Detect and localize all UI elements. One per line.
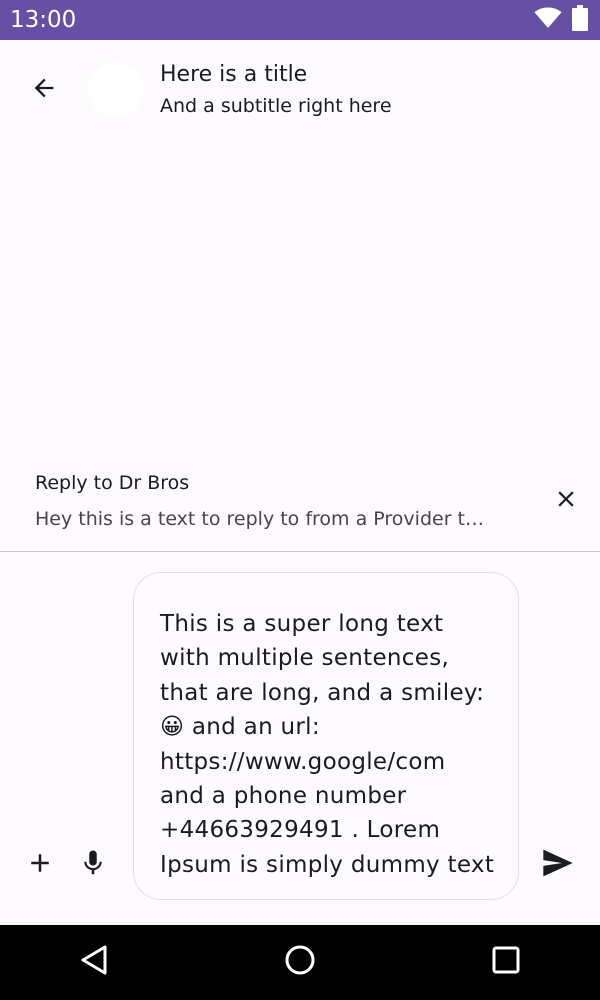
status-bar: 13:00 — [0, 0, 600, 40]
page-title: Here is a title — [160, 62, 308, 87]
nav-back-icon — [79, 944, 109, 980]
send-icon — [542, 848, 574, 882]
nav-recents-button[interactable] — [481, 937, 531, 987]
arrow-back-icon — [30, 74, 58, 106]
navigation-bar — [0, 925, 600, 1000]
wifi-icon — [534, 7, 562, 33]
back-button[interactable] — [20, 66, 68, 114]
nav-home-icon — [284, 944, 316, 980]
message-input[interactable]: This is a super long text with multiple … — [133, 572, 519, 900]
microphone-icon — [78, 846, 108, 884]
message-text[interactable]: This is a super long text with multiple … — [160, 607, 496, 882]
reply-close-button[interactable] — [542, 477, 590, 525]
send-button[interactable] — [534, 841, 582, 889]
battery-icon — [572, 5, 588, 35]
reply-label: Reply to Dr Bros — [35, 472, 190, 494]
nav-home-button[interactable] — [275, 937, 325, 987]
close-icon — [553, 486, 579, 516]
page-subtitle: And a subtitle right here — [160, 95, 392, 117]
status-icons — [534, 5, 588, 35]
reply-preview: Hey this is a text to reply to from a Pr… — [35, 508, 484, 530]
avatar[interactable] — [88, 62, 144, 118]
nav-recents-icon — [492, 946, 520, 978]
composer: This is a super long text with multiple … — [0, 552, 600, 925]
microphone-button[interactable] — [69, 841, 117, 889]
nav-back-button[interactable] — [69, 937, 119, 987]
app-bar: Here is a title And a subtitle right her… — [0, 40, 600, 140]
add-button[interactable] — [16, 841, 64, 889]
reply-bar: Reply to Dr Bros Hey this is a text to r… — [0, 455, 600, 552]
status-time: 13:00 — [10, 7, 77, 33]
plus-icon — [25, 848, 55, 882]
